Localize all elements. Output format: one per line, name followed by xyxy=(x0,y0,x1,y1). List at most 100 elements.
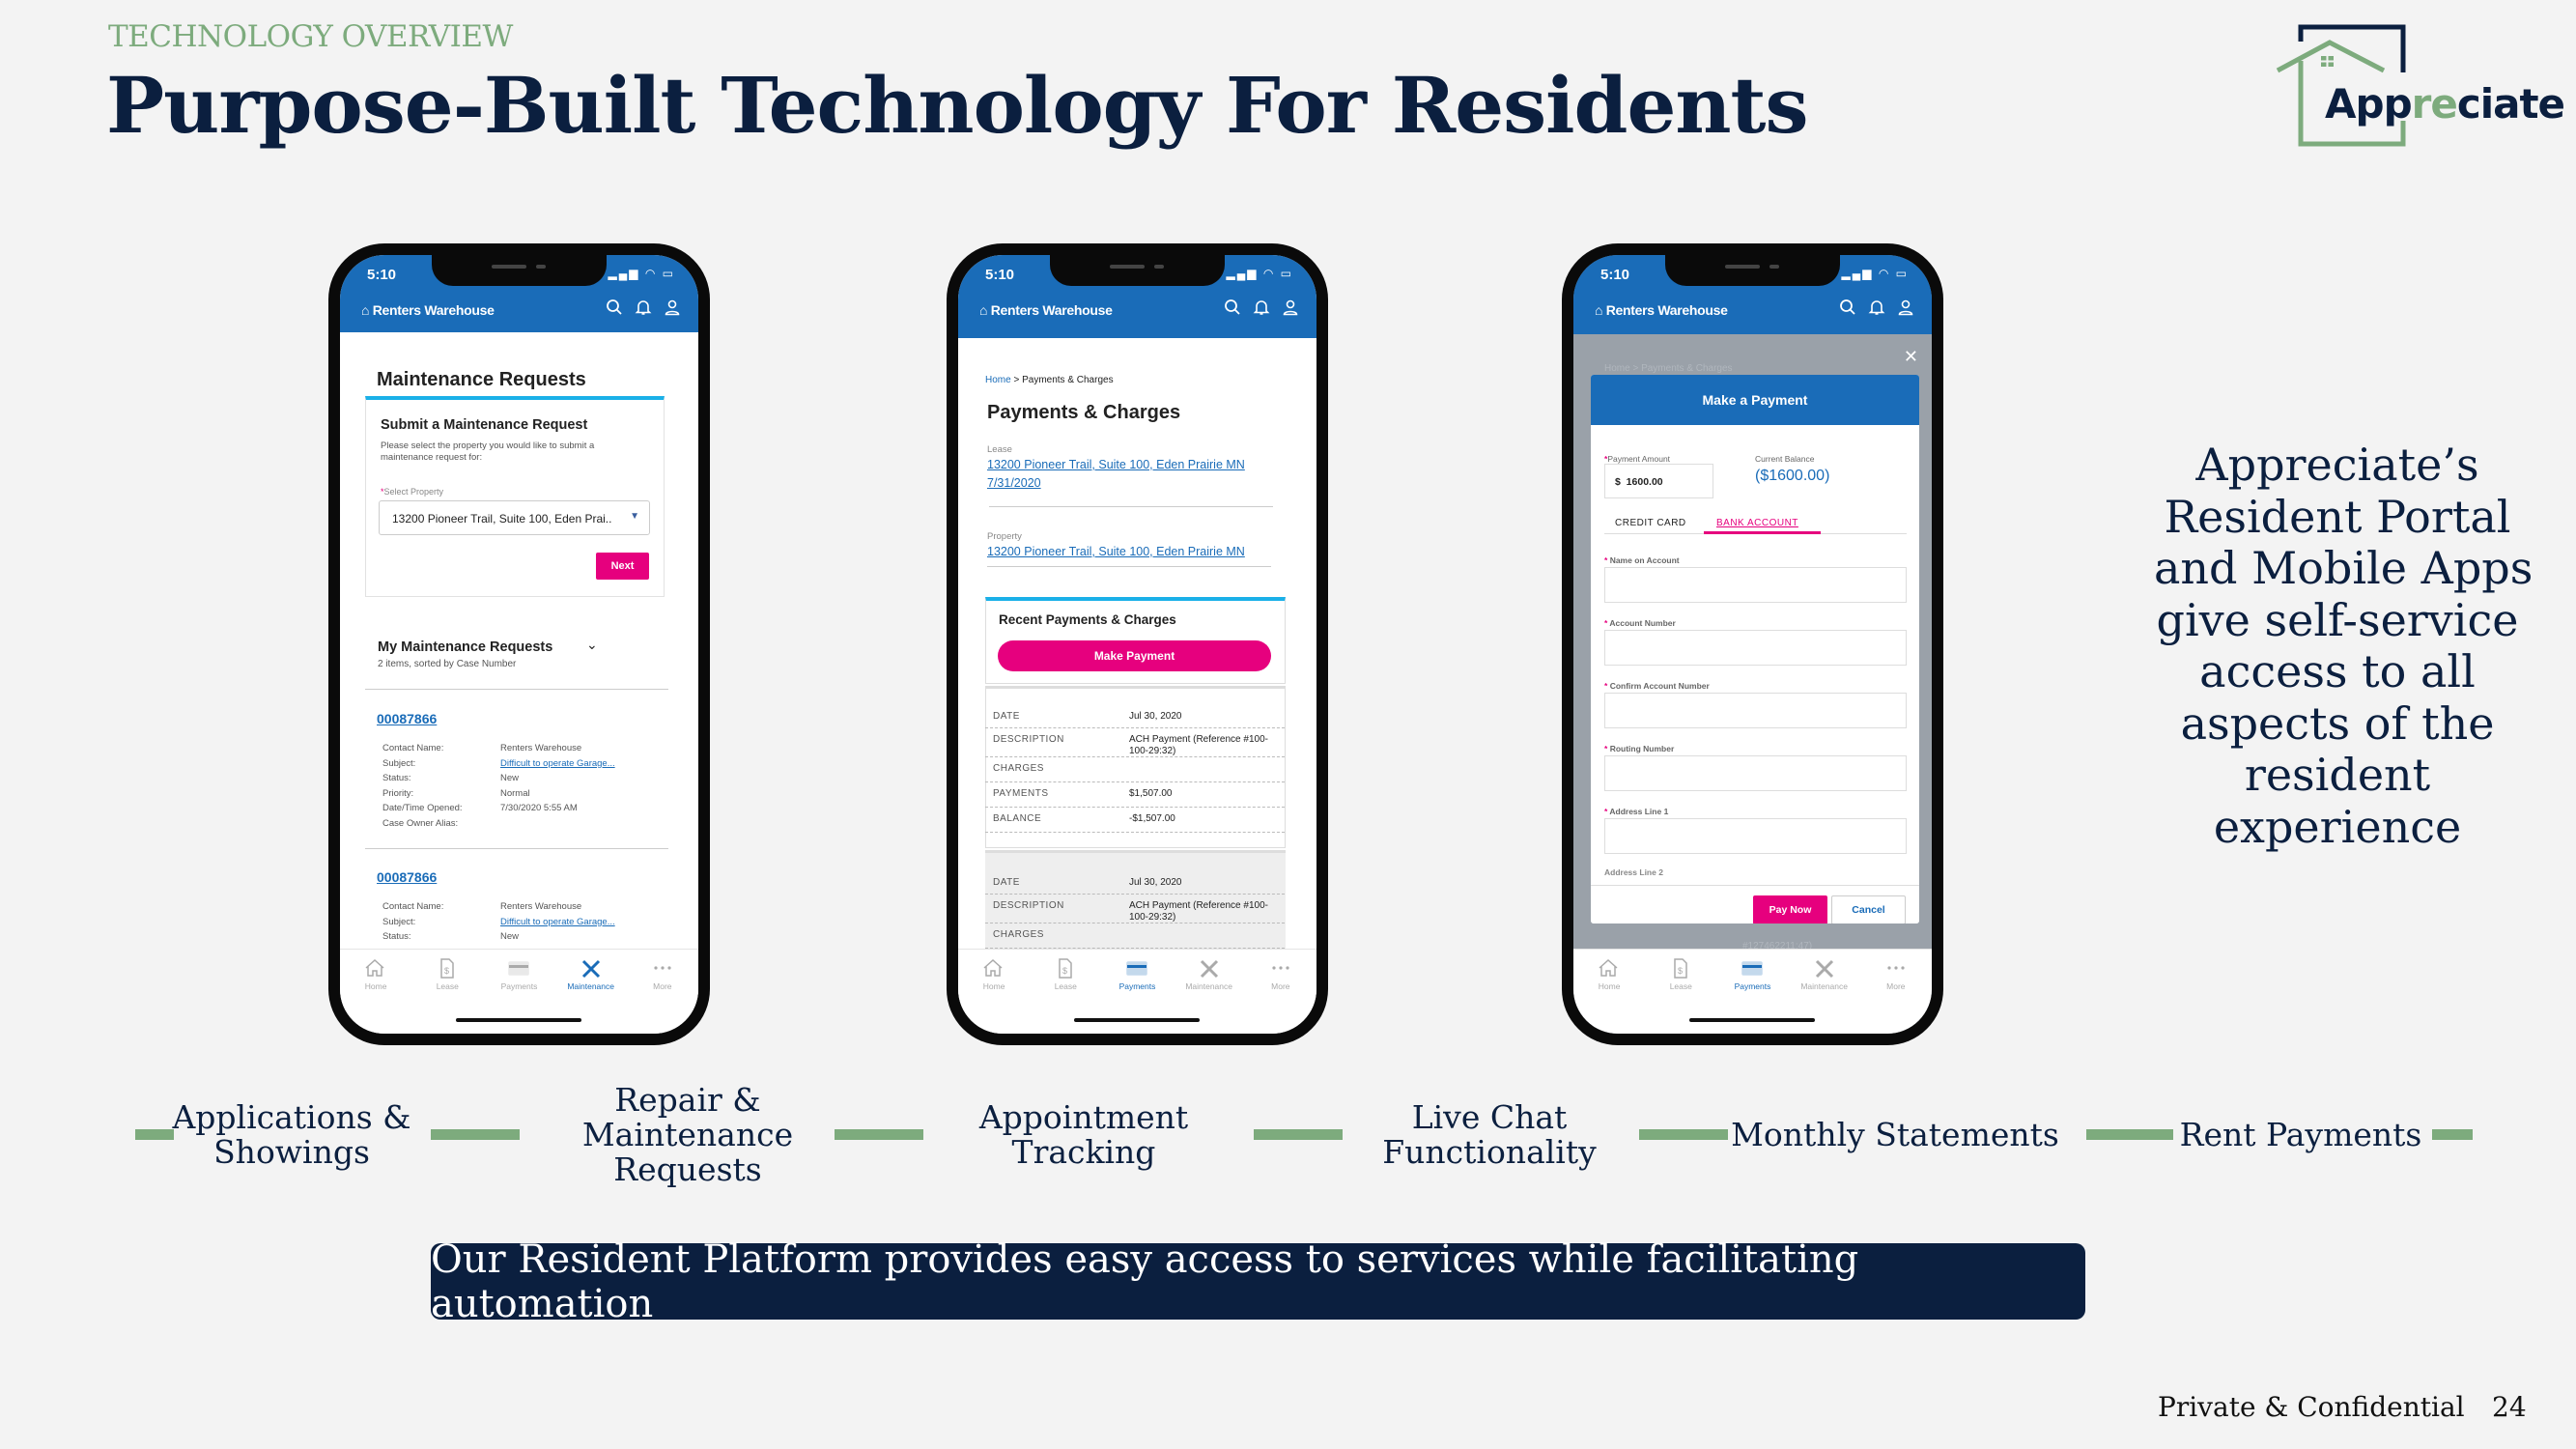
row-label: DATE xyxy=(993,711,1020,722)
feature-line: Appointment xyxy=(978,1098,1189,1136)
case-number-link[interactable]: 00087866 xyxy=(377,869,437,885)
tab-maintenance[interactable]: Maintenance xyxy=(1178,957,1240,1034)
bell-icon[interactable] xyxy=(1253,298,1270,316)
card-description: maintenance request for: xyxy=(381,452,483,463)
tab-payments[interactable]: Payments xyxy=(488,957,550,1034)
section-eyebrow: TECHNOLOGY OVERVIEW xyxy=(108,19,513,54)
cancel-button[interactable]: Cancel xyxy=(1831,895,1906,923)
tab-home[interactable]: Home xyxy=(963,957,1025,1034)
close-icon[interactable]: ✕ xyxy=(1904,347,1918,367)
tab-label: Maintenance xyxy=(1185,981,1232,991)
feature-3: Appointment Tracking xyxy=(979,1100,1188,1170)
signal-icon: ▂▄▆ xyxy=(608,267,640,280)
tab-label: Home xyxy=(1598,981,1621,991)
house-icon: ⌂ xyxy=(1595,302,1606,318)
battery-icon: ▭ xyxy=(1895,267,1909,280)
tab-more[interactable]: More xyxy=(1865,957,1927,1034)
tab-payments[interactable]: Payments xyxy=(1106,957,1168,1034)
tab-lease[interactable]: $ Lease xyxy=(416,957,478,1034)
routing-number-input[interactable] xyxy=(1604,755,1907,791)
tab-home[interactable]: Home xyxy=(1578,957,1640,1034)
row-label: BALANCE xyxy=(993,813,1042,824)
tab-maintenance[interactable]: Maintenance xyxy=(1794,957,1855,1034)
tab-maintenance[interactable]: Maintenance xyxy=(560,957,622,1034)
amount-label: Payment Amount xyxy=(1607,454,1671,464)
name-on-account-input[interactable] xyxy=(1604,567,1907,603)
case-field-value[interactable]: Difficult to operate Garage... xyxy=(500,917,615,927)
feature-line: Rent Payments xyxy=(2179,1116,2422,1153)
user-icon[interactable] xyxy=(1282,298,1299,316)
tab-label: Maintenance xyxy=(1800,981,1848,991)
bell-icon[interactable] xyxy=(635,298,652,316)
portal-description: Appreciate’s Resident Portal and Mobile A… xyxy=(2154,439,2534,853)
case-field-label: Contact Name: xyxy=(382,743,444,753)
row-label: CHARGES xyxy=(993,763,1044,774)
case-field-value[interactable]: Difficult to operate Garage... xyxy=(500,758,615,769)
brand-logo: ⌂ Renters Warehouse xyxy=(361,302,495,318)
active-tab-indicator xyxy=(1704,531,1821,534)
status-time: 5:10 xyxy=(367,267,397,283)
feature-line: Functionality xyxy=(1382,1133,1597,1171)
card-description: Please select the property you would lik… xyxy=(381,440,595,451)
wifi-icon: ◠ xyxy=(644,267,658,280)
divider xyxy=(365,848,668,849)
account-number-input[interactable] xyxy=(1604,630,1907,666)
tab-bank-account[interactable]: BANK ACCOUNT xyxy=(1716,518,1798,528)
status-time: 5:10 xyxy=(1600,267,1630,283)
tab-more[interactable]: More xyxy=(632,957,694,1034)
more-icon xyxy=(1272,966,1289,970)
user-icon[interactable] xyxy=(1897,298,1914,316)
tab-credit-card[interactable]: CREDIT CARD xyxy=(1615,518,1686,528)
breadcrumb-home[interactable]: Home xyxy=(985,375,1011,385)
case-number-link[interactable]: 00087866 xyxy=(377,711,437,726)
row-value: $1,507.00 xyxy=(1129,788,1173,799)
tab-payments[interactable]: Payments xyxy=(1721,957,1783,1034)
next-button[interactable]: Next xyxy=(596,553,649,580)
feature-1: Applications & Showings xyxy=(172,1100,410,1170)
lease-link[interactable]: 13200 Pioneer Trail, Suite 100, Eden Pra… xyxy=(987,458,1245,471)
phone-screen: 5:10 ▂▄▆ ◠ ▭ ⌂ Renters Warehouse ✕ Home > … xyxy=(1573,255,1932,1034)
field-label-text: Routing Number xyxy=(1609,744,1675,753)
lease-date-link[interactable]: 7/31/2020 xyxy=(987,476,1041,490)
card-title: Submit a Maintenance Request xyxy=(381,417,588,433)
phone-make-payment: 5:10 ▂▄▆ ◠ ▭ ⌂ Renters Warehouse ✕ Home > … xyxy=(1562,243,1943,1045)
address-line-1-input[interactable] xyxy=(1604,818,1907,854)
table-row: PAYMENTS $1,507.00 xyxy=(985,782,1285,808)
breadcrumb: Home > Payments & Charges xyxy=(985,375,1114,385)
app-header: 5:10 ▂▄▆ ◠ ▭ ⌂ Renters Warehouse xyxy=(1573,255,1932,334)
row-label: DATE xyxy=(993,877,1020,888)
case-field-value: Renters Warehouse xyxy=(500,743,582,753)
modal-title: Make a Payment xyxy=(1591,375,1919,425)
feature-line: Maintenance xyxy=(581,1116,794,1153)
row-label: CHARGES xyxy=(993,929,1044,940)
tab-lease[interactable]: $ Lease xyxy=(1034,957,1096,1034)
search-icon[interactable] xyxy=(1839,298,1856,316)
search-icon[interactable] xyxy=(1224,298,1241,316)
svg-text:$: $ xyxy=(1678,966,1683,976)
home-icon xyxy=(983,958,1003,977)
tab-home[interactable]: Home xyxy=(345,957,407,1034)
property-link[interactable]: 13200 Pioneer Trail, Suite 100, Eden Pra… xyxy=(987,545,1245,558)
tab-lease[interactable]: $ Lease xyxy=(1650,957,1712,1034)
property-select[interactable]: 13200 Pioneer Trail, Suite 100, Eden Pra… xyxy=(379,500,650,535)
house-icon: ⌂ xyxy=(361,302,373,318)
phone-notch xyxy=(1665,255,1840,286)
status-icons: ▂▄▆ ◠ ▭ xyxy=(1227,267,1293,280)
case-field-label: Subject: xyxy=(382,916,416,927)
address2-label: Address Line 2 xyxy=(1604,867,1663,877)
feature-line: Tracking xyxy=(1011,1133,1156,1171)
field-label: * Address Line 1 xyxy=(1604,807,1669,816)
tab-label: Lease xyxy=(1054,981,1077,991)
chevron-down-icon[interactable]: ⌄ xyxy=(586,637,598,653)
bell-icon[interactable] xyxy=(1868,298,1885,316)
confirm-account-number-input[interactable] xyxy=(1604,693,1907,728)
make-payment-button[interactable]: Make Payment xyxy=(998,640,1271,671)
tab-more[interactable]: More xyxy=(1250,957,1312,1034)
user-icon[interactable] xyxy=(664,298,681,316)
row-value: ACH Payment (Reference #100-100-29:32) xyxy=(1129,734,1268,756)
pay-now-button[interactable]: Pay Now xyxy=(1753,895,1827,923)
case-field-label: Date/Time Opened: xyxy=(382,803,463,813)
feature-line: Monthly Statements xyxy=(1731,1116,2059,1153)
payment-amount-input[interactable]: $ 1600.00 xyxy=(1604,464,1713,498)
search-icon[interactable] xyxy=(606,298,623,316)
